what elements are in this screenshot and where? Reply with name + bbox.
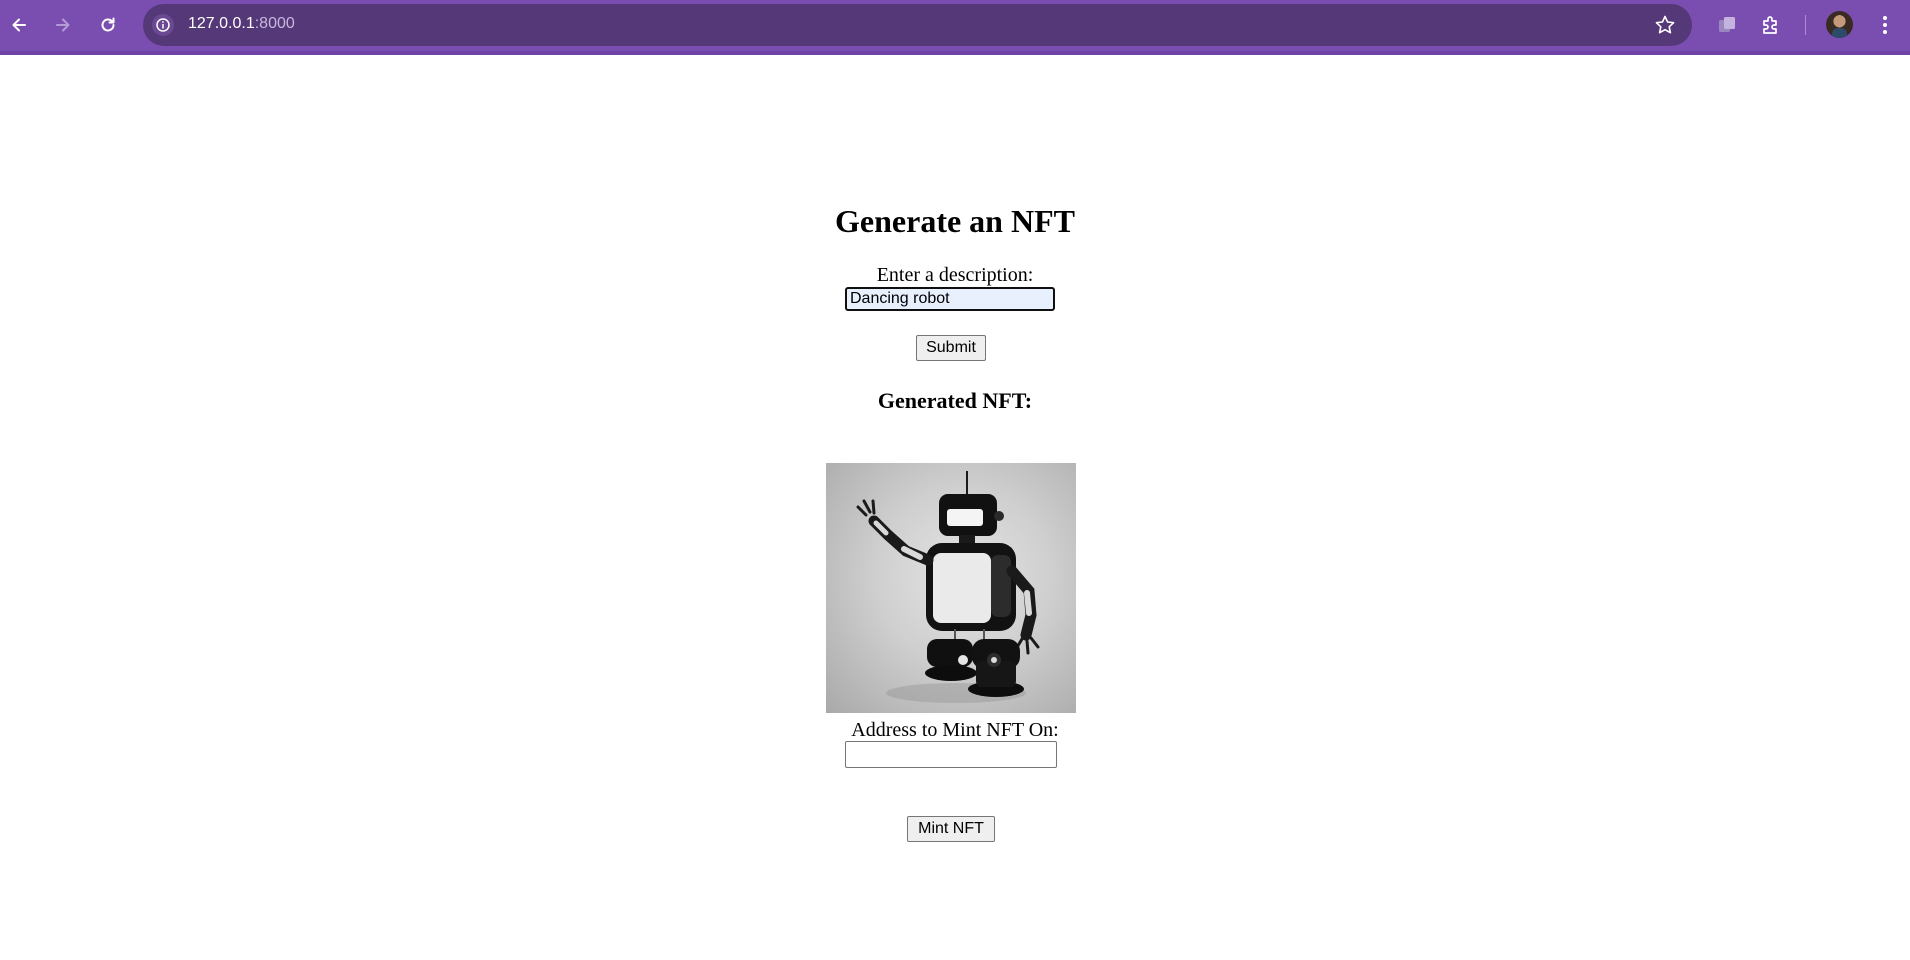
mint-nft-button[interactable]: Mint NFT <box>907 816 995 842</box>
tab-search-button[interactable] <box>1714 12 1740 38</box>
forward-button[interactable] <box>48 10 78 40</box>
address-label: Address to Mint NFT On: <box>851 719 1059 741</box>
toolbar-divider <box>1805 15 1806 35</box>
site-info-button[interactable] <box>152 14 174 36</box>
generated-nft-image <box>826 463 1076 713</box>
url-host: 127.0.0.1 <box>188 15 255 32</box>
more-menu-icon <box>1883 16 1887 34</box>
forward-arrow-icon <box>56 18 70 32</box>
robot-illustration <box>856 471 1040 703</box>
generated-nft-heading: Generated NFT: <box>877 388 1033 413</box>
reload-button[interactable] <box>93 10 123 40</box>
page-content: Generate an NFT Enter a description: Sub… <box>0 55 1910 960</box>
url-port: :8000 <box>254 15 295 32</box>
bookmark-button[interactable] <box>1654 14 1676 41</box>
back-button[interactable] <box>4 10 34 40</box>
submit-button[interactable]: Submit <box>916 335 986 361</box>
tab-search-icon <box>1719 17 1735 32</box>
bookmark-star-icon <box>1655 15 1675 34</box>
browser-toolbar: 127.0.0.1:8000 <box>0 0 1910 55</box>
extensions-button[interactable] <box>1758 12 1784 38</box>
mint-address-input[interactable] <box>845 741 1057 768</box>
url-text: 127.0.0.1:8000 <box>188 15 295 33</box>
description-input[interactable] <box>845 287 1055 311</box>
page-title: Generate an NFT <box>835 203 1075 239</box>
address-bar[interactable]: 127.0.0.1:8000 <box>143 4 1692 46</box>
back-arrow-icon <box>12 18 26 32</box>
description-label: Enter a description: <box>876 264 1034 286</box>
profile-avatar[interactable] <box>1826 11 1853 38</box>
site-info-icon <box>156 18 170 32</box>
extensions-icon <box>1763 16 1777 34</box>
more-menu-button[interactable] <box>1872 12 1898 38</box>
reload-icon <box>101 17 115 32</box>
